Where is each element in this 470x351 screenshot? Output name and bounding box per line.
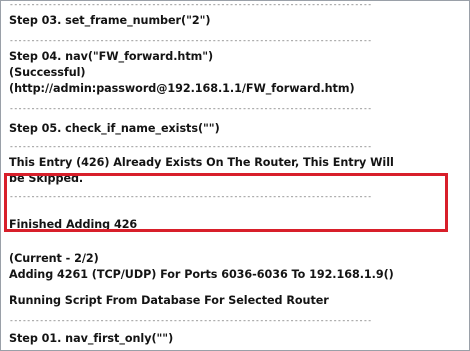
separator: ----------------------------------------…	[9, 105, 372, 113]
step-05-text: Step 05. check_if_name_exists("")	[9, 122, 220, 135]
running-text: Running Script From Database For Selecte…	[9, 294, 329, 307]
step-04-text: Step 04. nav("FW_forward.htm")	[9, 50, 214, 63]
separator: ----------------------------------------…	[9, 143, 372, 151]
log-step-01: Step 01. nav_first_only("")	[9, 331, 465, 347]
separator: ----------------------------------------…	[9, 317, 372, 325]
step-04-status: (Successful)	[9, 66, 86, 79]
log-step-05: Step 05. check_if_name_exists("")	[9, 121, 465, 137]
separator: ----------------------------------------…	[9, 1, 372, 9]
step-03-text: Step 03. set_frame_number("2")	[9, 14, 211, 27]
frame-edge	[467, 1, 469, 350]
finished-text: Finished Adding 426	[9, 218, 138, 231]
log-window: ----------------------------------------…	[0, 0, 470, 351]
separator: ----------------------------------------…	[9, 193, 372, 201]
entry-exists-line-2: be Skipped.	[9, 172, 84, 185]
log-current: (Current - 2/2) Adding 4261 (TCP/UDP) Fo…	[9, 251, 465, 283]
entry-exists-line-1: This Entry (426) Already Exists On The R…	[9, 156, 394, 169]
log-running: Running Script From Database For Selecte…	[9, 293, 465, 309]
log-entry-exists: This Entry (426) Already Exists On The R…	[9, 155, 465, 187]
log-step-03: Step 03. set_frame_number("2")	[9, 13, 465, 29]
log-finished: Finished Adding 426	[9, 217, 465, 233]
log-step-04: Step 04. nav("FW_forward.htm") (Successf…	[9, 49, 465, 97]
separator: ----------------------------------------…	[9, 37, 372, 45]
current-text: (Current - 2/2)	[9, 252, 99, 265]
adding-text: Adding 4261 (TCP/UDP) For Ports 6036-603…	[9, 268, 394, 281]
step-04-url: (http://admin:password@192.168.1.1/FW_fo…	[9, 82, 355, 95]
step-01-text: Step 01. nav_first_only("")	[9, 332, 174, 345]
